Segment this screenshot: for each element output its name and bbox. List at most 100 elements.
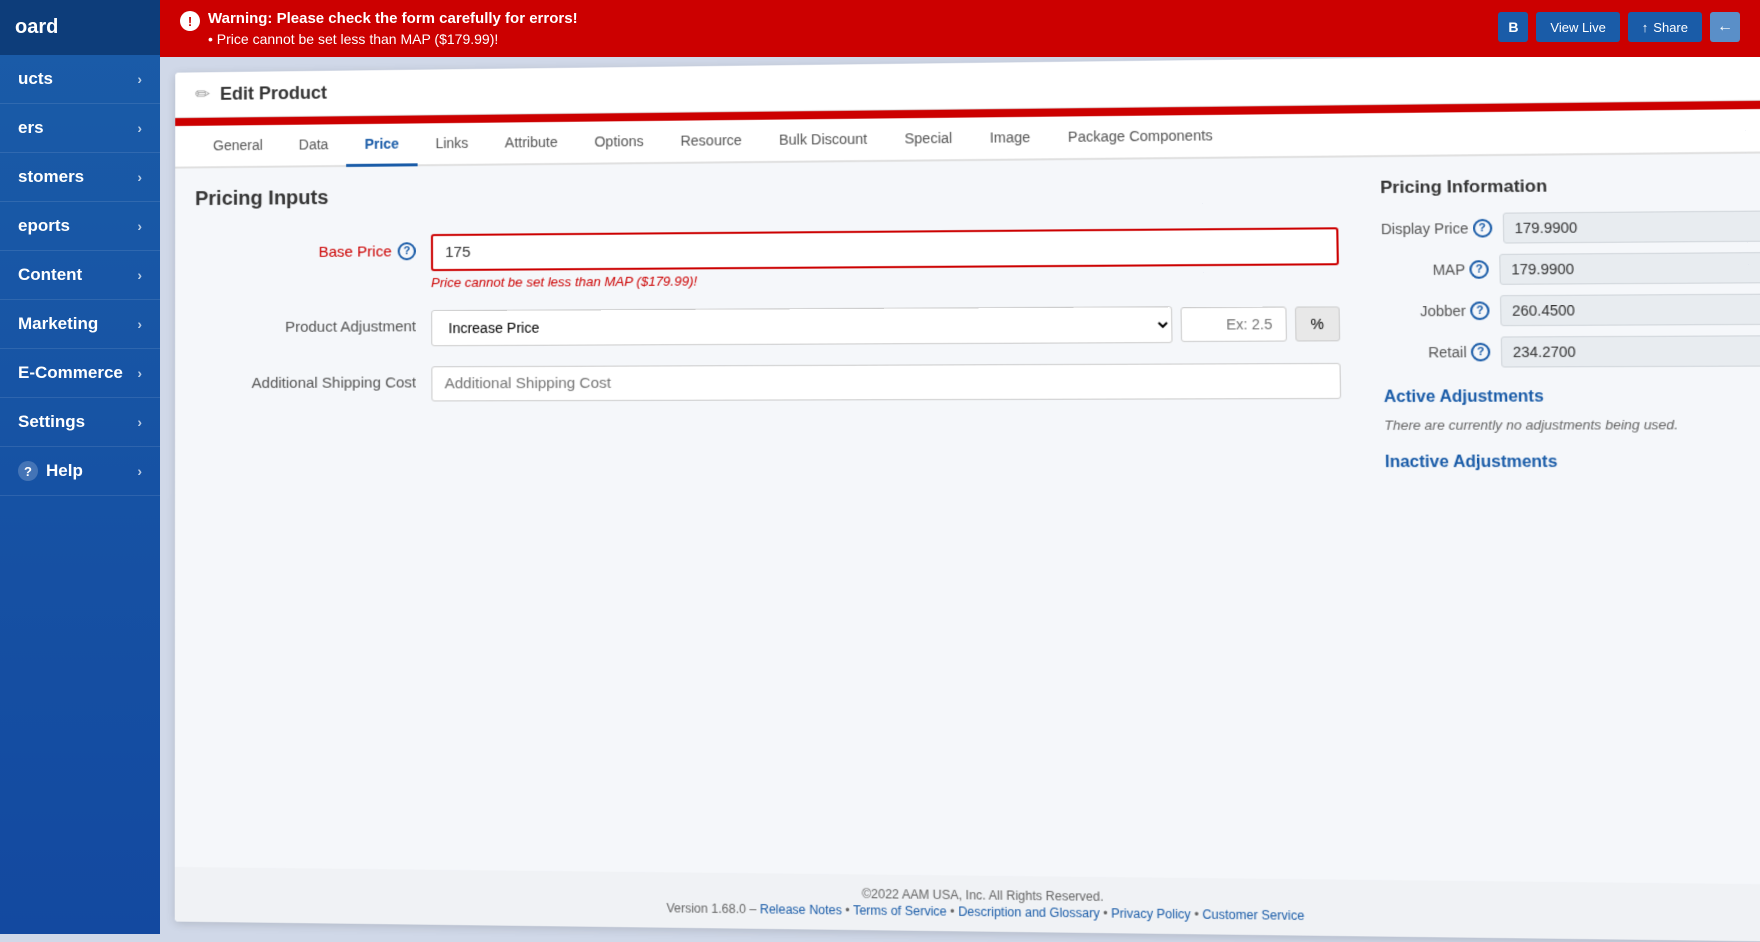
tab-resource[interactable]: Resource [662,120,761,164]
adjustment-select[interactable]: Increase Price Decrease Price Percentage… [431,306,1172,346]
additional-shipping-input[interactable] [431,363,1341,402]
sidebar-title: oard [15,16,58,39]
sidebar-item-marketing-label: Marketing [18,314,98,334]
sidebar-item-reports[interactable]: eports › [0,202,160,251]
sidebar-item-settings[interactable]: Settings › [0,398,160,447]
b-button[interactable]: B [1498,12,1528,42]
retail-row: Retail ? 234.2700 [1383,335,1760,368]
sidebar-item-content[interactable]: Content › [0,251,160,300]
footer-sep1: • [845,903,853,918]
sidebar: oard ucts › ers › stomers › eports › Con… [0,0,160,934]
content-area: Pricing Inputs Base Price ? Price cannot… [175,153,1760,896]
footer-sep3: • [1103,906,1111,921]
sidebar-item-help[interactable]: ? Help › [0,447,160,496]
display-price-value: 179.9900 [1502,210,1760,243]
map-label: MAP ? [1382,260,1489,279]
tab-bulk-discount[interactable]: Bulk Discount [760,118,886,163]
sidebar-item-orders[interactable]: ers › [0,104,160,153]
footer-description-link[interactable]: Description and Glossary [958,904,1100,920]
map-row: MAP ? 179.9900 [1381,252,1760,286]
chevron-right-icon: › [137,218,142,234]
sidebar-item-content-label: Content [18,265,82,285]
chevron-right-icon: › [137,365,142,381]
main-content: ✏ Edit Product ✕ General Data Price Link… [175,53,1760,942]
view-live-button[interactable]: View Live [1536,12,1619,42]
sidebar-item-products[interactable]: ucts › [0,55,160,104]
map-help-icon[interactable]: ? [1469,260,1489,279]
footer-customer-service-link[interactable]: Customer Service [1202,907,1304,923]
pricing-information-title: Pricing Information [1380,174,1760,198]
product-adjustment-input-wrap: Increase Price Decrease Price Percentage… [431,305,1340,346]
footer-release-notes-link[interactable]: Release Notes [760,902,842,917]
chevron-right-icon: › [137,120,142,136]
display-price-row: Display Price ? 179.9900 [1381,210,1760,244]
tab-attribute[interactable]: Attribute [486,122,576,166]
product-adjustment-label: Product Adjustment [195,310,416,336]
warning-icon: ! [180,11,200,31]
active-adjustments-text: There are currently no adjustments being… [1384,417,1760,433]
share-icon: ↑ [1642,20,1649,35]
product-adjustment-row: Product Adjustment Increase Price Decrea… [195,305,1340,347]
sidebar-item-marketing[interactable]: Marketing › [0,300,160,349]
footer-terms-link[interactable]: Terms of Service [853,903,947,919]
sidebar-item-reports-label: eports [18,216,70,236]
view-live-label: View Live [1550,20,1605,35]
jobber-value: 260.4500 [1500,294,1760,327]
inactive-adjustments-title: Inactive Adjustments [1385,453,1760,472]
jobber-help-icon[interactable]: ? [1470,301,1490,320]
sidebar-item-customers-label: stomers [18,167,84,187]
active-adjustments-section: Active Adjustments There are currently n… [1384,387,1760,433]
chevron-right-icon: › [137,169,142,185]
display-price-label: Display Price ? [1381,219,1492,238]
additional-shipping-input-wrap [431,363,1341,402]
back-button[interactable]: ← [1710,12,1740,42]
base-price-row: Base Price ? Price cannot be set less th… [195,227,1339,291]
tab-options[interactable]: Options [576,121,662,165]
display-price-help-icon[interactable]: ? [1472,219,1492,238]
pencil-icon: ✏ [195,84,210,105]
chevron-right-icon: › [137,463,142,479]
chevron-right-icon: › [137,71,142,87]
tab-package-components[interactable]: Package Components [1049,115,1232,161]
retail-label: Retail ? [1383,343,1491,362]
base-price-error: Price cannot be set less than MAP ($179.… [431,269,1339,290]
sidebar-header: oard [0,0,160,55]
sidebar-item-products-label: ucts [18,69,53,89]
sidebar-item-help-label: Help [46,461,83,481]
tab-image[interactable]: Image [971,117,1050,161]
retail-value: 234.2700 [1501,335,1760,367]
additional-shipping-label: Additional Shipping Cost [195,366,416,392]
sidebar-item-ecommerce[interactable]: E-Commerce › [0,349,160,398]
adjustment-value-input[interactable] [1180,307,1286,342]
top-right-buttons: B View Live ↑ Share ← [1498,12,1740,42]
map-value: 179.9900 [1499,252,1760,285]
jobber-label: Jobber ? [1382,301,1489,320]
footer-sep2: • [950,904,958,919]
sidebar-item-orders-label: ers [18,118,44,138]
pricing-inputs-panel: Pricing Inputs Base Price ? Price cannot… [195,178,1349,870]
active-adjustments-title: Active Adjustments [1384,387,1760,407]
footer-version: Version 1.68.0 – [666,901,756,916]
percent-button[interactable]: % [1294,306,1340,341]
inactive-adjustments-section: Inactive Adjustments [1385,453,1760,472]
share-button[interactable]: ↑ Share [1628,12,1702,42]
pricing-inputs-title: Pricing Inputs [195,178,1338,211]
share-label: Share [1653,20,1688,35]
pricing-information-panel: Pricing Information Display Price ? 179.… [1380,174,1760,875]
retail-help-icon[interactable]: ? [1471,343,1491,362]
base-price-input[interactable] [431,227,1339,271]
tab-price[interactable]: Price [346,123,417,167]
jobber-row: Jobber ? 260.4500 [1382,294,1760,327]
sidebar-item-customers[interactable]: stomers › [0,153,160,202]
sidebar-item-settings-label: Settings [18,412,85,432]
tab-general[interactable]: General [195,125,281,169]
page-title: Edit Product [220,83,327,105]
chevron-right-icon: › [137,316,142,332]
tab-special[interactable]: Special [886,118,972,162]
base-price-input-wrap: Price cannot be set less than MAP ($179.… [431,227,1339,290]
tab-links[interactable]: Links [417,123,487,167]
base-price-help-icon[interactable]: ? [398,242,416,260]
footer-privacy-link[interactable]: Privacy Policy [1111,906,1191,922]
tab-data[interactable]: Data [281,124,347,167]
chevron-right-icon: › [137,267,142,283]
